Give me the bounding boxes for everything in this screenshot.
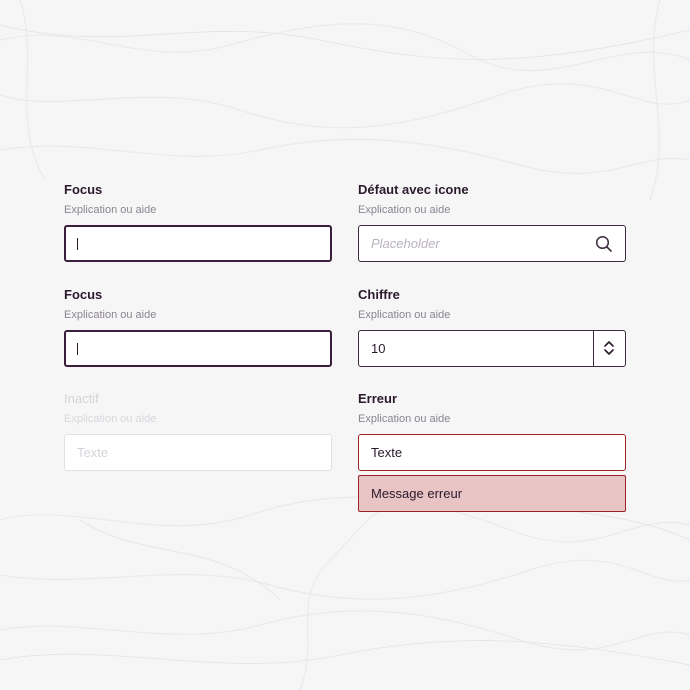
search-input[interactable]: Placeholder (358, 225, 626, 262)
search-field: Défaut avec icone Explication ou aide Pl… (358, 182, 626, 262)
error-message: Message erreur (358, 475, 626, 512)
search-icon[interactable] (595, 235, 613, 253)
disabled-field: Inactif Explication ou aide Texte (64, 391, 332, 471)
focus-input-2[interactable] (64, 330, 332, 367)
input-value: Texte (371, 445, 403, 460)
focus-input-1[interactable] (64, 225, 332, 262)
focus-field-1: Focus Explication ou aide (64, 182, 332, 262)
disabled-input: Texte (64, 434, 332, 471)
input-placeholder: Texte (77, 445, 109, 460)
number-field: Chiffre Explication ou aide 10 (358, 287, 626, 367)
error-input[interactable]: Texte (358, 434, 626, 471)
field-label: Défaut avec icone (358, 182, 469, 197)
error-field: Erreur Explication ou aide Texte Message… (358, 391, 626, 512)
field-help-text: Explication ou aide (358, 204, 451, 216)
field-label: Erreur (358, 391, 398, 406)
input-placeholder: Placeholder (371, 236, 440, 251)
text-cursor (77, 237, 78, 250)
text-cursor (77, 342, 78, 355)
field-help-text: Explication ou aide (358, 413, 451, 425)
field-label: Inactif (64, 391, 99, 406)
number-input[interactable]: 10 (358, 330, 626, 367)
field-label: Chiffre (358, 287, 400, 302)
field-help-text: Explication ou aide (64, 309, 157, 321)
field-help-text: Explication ou aide (64, 413, 157, 425)
field-label: Focus (64, 287, 103, 302)
field-label: Focus (64, 182, 103, 197)
chevron-up-down-icon[interactable] (602, 340, 616, 356)
field-help-text: Explication ou aide (358, 309, 451, 321)
field-help-text: Explication ou aide (64, 204, 157, 216)
focus-field-2: Focus Explication ou aide (64, 287, 332, 367)
number-value: 10 (371, 341, 386, 356)
number-stepper[interactable] (593, 331, 625, 366)
